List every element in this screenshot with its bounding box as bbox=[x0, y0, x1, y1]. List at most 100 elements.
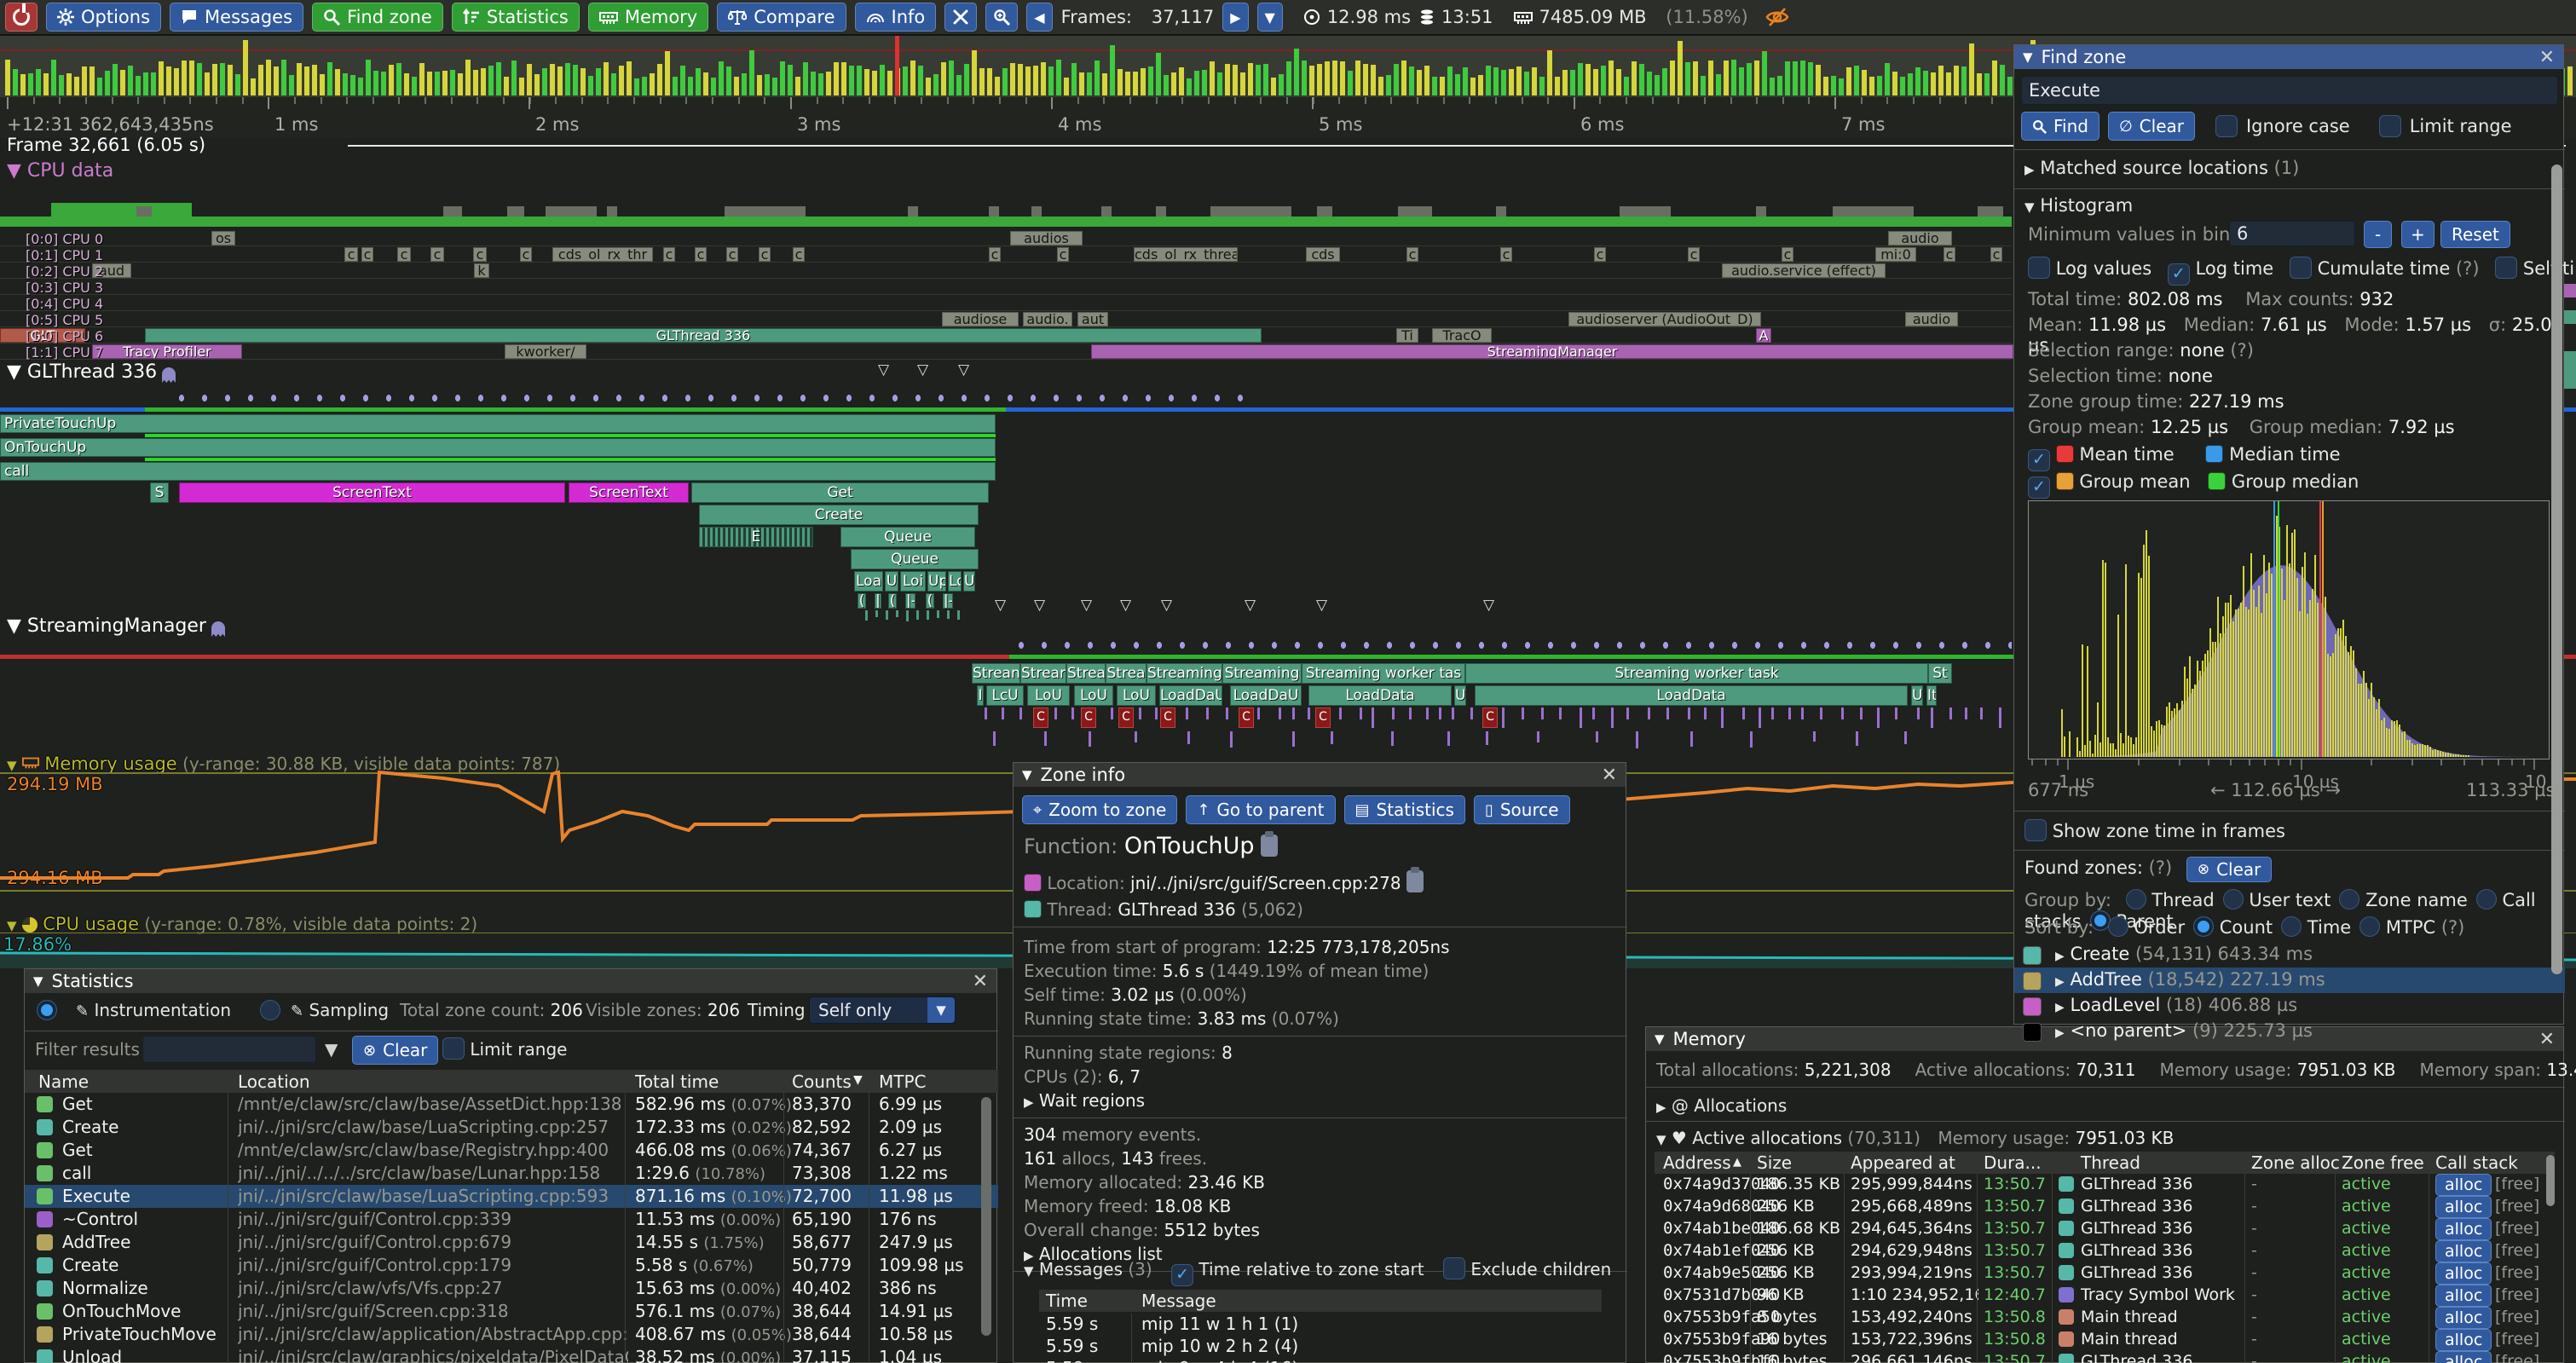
message-tick[interactable] bbox=[1611, 707, 1614, 728]
frame-bar[interactable] bbox=[688, 77, 693, 95]
message-tick[interactable] bbox=[1139, 707, 1141, 719]
frame-bar[interactable] bbox=[2567, 66, 2573, 95]
timeline-zone[interactable]: ( bbox=[888, 593, 897, 609]
frame-bar[interactable] bbox=[1240, 72, 1245, 95]
groupby-zone-name-radio[interactable] bbox=[2339, 889, 2359, 910]
options-button[interactable]: Options bbox=[46, 3, 161, 32]
frame-bar[interactable] bbox=[1447, 66, 1453, 95]
timeline-zone[interactable]: U bbox=[1911, 685, 1923, 706]
active-allocations-expander[interactable]: Active allocations bbox=[1692, 1128, 1842, 1148]
timeline-zone[interactable]: St bbox=[1928, 663, 1952, 684]
timeline-zone[interactable]: |- bbox=[943, 593, 953, 609]
timing-select[interactable]: Self only ▼ bbox=[809, 996, 956, 1024]
frame-bar[interactable] bbox=[182, 61, 187, 95]
frame-bar[interactable] bbox=[979, 68, 985, 95]
frame-bar[interactable] bbox=[1010, 63, 1015, 95]
memory-col-6[interactable]: Zone free bbox=[2342, 1152, 2424, 1173]
allocations-expander[interactable]: @ Allocations bbox=[1672, 1095, 1787, 1116]
frame-bar[interactable] bbox=[1294, 49, 1299, 95]
stats-table-row[interactable]: Get/mnt/e/claw/src/claw/base/AssetDict.h… bbox=[25, 1093, 998, 1116]
frame-bar[interactable] bbox=[650, 73, 655, 95]
close-icon[interactable]: ✕ bbox=[2539, 47, 2555, 68]
cpu-timeline-zone[interactable]: audio bbox=[1905, 312, 1958, 326]
frame-triangle-marker[interactable]: ▽ bbox=[1120, 597, 1131, 614]
timeline-zone[interactable]: U bbox=[885, 571, 898, 592]
message-tick[interactable] bbox=[1206, 707, 1209, 719]
alloc-callstack-button[interactable]: alloc bbox=[2435, 1174, 2492, 1196]
cpu-timeline-zone[interactable]: TracO bbox=[1432, 328, 1492, 343]
frame-bar[interactable] bbox=[120, 70, 125, 95]
timeline-zone[interactable]: ScreenText bbox=[569, 482, 689, 503]
frame-triangle-marker[interactable]: ▽ bbox=[1081, 597, 1092, 614]
frame-bar[interactable] bbox=[266, 60, 271, 95]
frame-bar[interactable] bbox=[1632, 61, 1637, 95]
timeline-zone[interactable]: ( bbox=[926, 593, 934, 609]
timeline-zone[interactable]: LoadDaU bbox=[1159, 685, 1222, 706]
frame-bar[interactable] bbox=[703, 72, 708, 95]
timeline-zone[interactable]: ( bbox=[858, 593, 866, 609]
alloc-callstack-button[interactable]: alloc bbox=[2435, 1329, 2492, 1351]
timeline-zone[interactable]: Strea bbox=[1066, 663, 1106, 684]
frame-bar[interactable] bbox=[1585, 64, 1591, 95]
timeline-zone[interactable]: Queue bbox=[840, 527, 975, 547]
stats-table-row[interactable]: Createjni/../jni/src/guif/Control.cpp:17… bbox=[25, 1254, 998, 1277]
frame-bar[interactable] bbox=[136, 76, 141, 95]
timeline-zone[interactable]: Up bbox=[927, 571, 946, 592]
stats-table-row[interactable]: ~Controljni/../jni/src/guif/Control.cpp:… bbox=[25, 1208, 998, 1231]
decrement-button[interactable]: - bbox=[2364, 221, 2392, 248]
alloc-callstack-button[interactable]: alloc bbox=[2435, 1351, 2492, 1363]
frame-bar[interactable] bbox=[151, 72, 156, 95]
clear-button[interactable]: ∅Clear bbox=[2108, 112, 2195, 141]
frame-bar[interactable] bbox=[281, 60, 286, 95]
found-zone-row[interactable]: ▶ AddTree (18,542) 227.19 ms bbox=[2014, 967, 2565, 993]
frame-bar[interactable] bbox=[742, 73, 747, 95]
frame-bar[interactable] bbox=[1708, 61, 1713, 95]
power-button[interactable] bbox=[5, 3, 38, 32]
zone-info-header[interactable]: ▼ Zone info ✕ bbox=[1014, 763, 1626, 787]
sort-indicator-icon[interactable]: ▼ bbox=[853, 1073, 863, 1087]
message-tick[interactable] bbox=[1801, 707, 1804, 719]
frame-bar[interactable] bbox=[573, 65, 578, 95]
frame-bar[interactable] bbox=[534, 74, 540, 95]
frame-bar[interactable] bbox=[657, 64, 662, 95]
frame-bar[interactable] bbox=[1977, 73, 1982, 95]
cpu-timeline-zone[interactable]: cds_ol_rx_threa bbox=[1134, 247, 1238, 262]
frame-triangle-marker[interactable]: ▽ bbox=[1245, 597, 1256, 614]
cpu-timeline-zone[interactable]: c bbox=[1406, 247, 1418, 262]
timeline-zone[interactable]: E bbox=[699, 527, 813, 547]
clipboard-icon[interactable] bbox=[1406, 870, 1424, 892]
frame-bar[interactable] bbox=[243, 40, 248, 95]
frame-bar[interactable] bbox=[1432, 77, 1437, 95]
frame-bar[interactable] bbox=[366, 60, 371, 95]
sortby-order-radio[interactable] bbox=[2108, 916, 2128, 937]
frame-bar[interactable] bbox=[274, 66, 279, 95]
frame-bar[interactable] bbox=[857, 66, 862, 95]
cpu-data-section-header[interactable]: ▼ CPU data bbox=[7, 160, 113, 182]
collapse-icon[interactable]: ▼ bbox=[33, 973, 43, 989]
time-relative-checkbox[interactable] bbox=[1171, 1264, 1193, 1286]
frame-bar[interactable] bbox=[1325, 61, 1330, 95]
sample-dots-row[interactable] bbox=[170, 392, 1245, 404]
frame-bar[interactable] bbox=[1601, 66, 1606, 95]
cpu-timeline-zone[interactable]: Tracy Profiler bbox=[92, 344, 242, 359]
find-zone-button[interactable]: Find zone bbox=[312, 3, 443, 32]
cpu-timeline-zone[interactable]: GLThread 336 bbox=[145, 328, 1262, 343]
found-zone-row[interactable]: ▶ Create (54,131) 643.34 ms bbox=[2014, 942, 2565, 967]
frame-bar[interactable] bbox=[995, 77, 1000, 95]
frame-bar[interactable] bbox=[665, 51, 670, 95]
stats-table-row[interactable]: Unloadjni/../jni/src/claw/graphics/pixel… bbox=[25, 1346, 998, 1363]
cpu-timeline-zone[interactable]: audio bbox=[1888, 231, 1952, 245]
timeline-zone[interactable]: Strean bbox=[972, 663, 1020, 684]
frame-bar[interactable] bbox=[1562, 70, 1568, 95]
frame-bar[interactable] bbox=[450, 70, 455, 95]
frame-bar[interactable] bbox=[765, 74, 770, 95]
frame-bar[interactable] bbox=[941, 62, 946, 95]
frame-bar[interactable] bbox=[803, 62, 808, 95]
memory-col-5[interactable]: Zone alloc bbox=[2251, 1152, 2340, 1173]
frame-bar[interactable] bbox=[1501, 70, 1506, 95]
frame-bar[interactable] bbox=[159, 61, 164, 95]
frame-bar[interactable] bbox=[1662, 68, 1667, 95]
frame-bar[interactable] bbox=[228, 65, 233, 95]
tools-button[interactable] bbox=[944, 3, 977, 32]
frame-bar[interactable] bbox=[1110, 45, 1115, 95]
